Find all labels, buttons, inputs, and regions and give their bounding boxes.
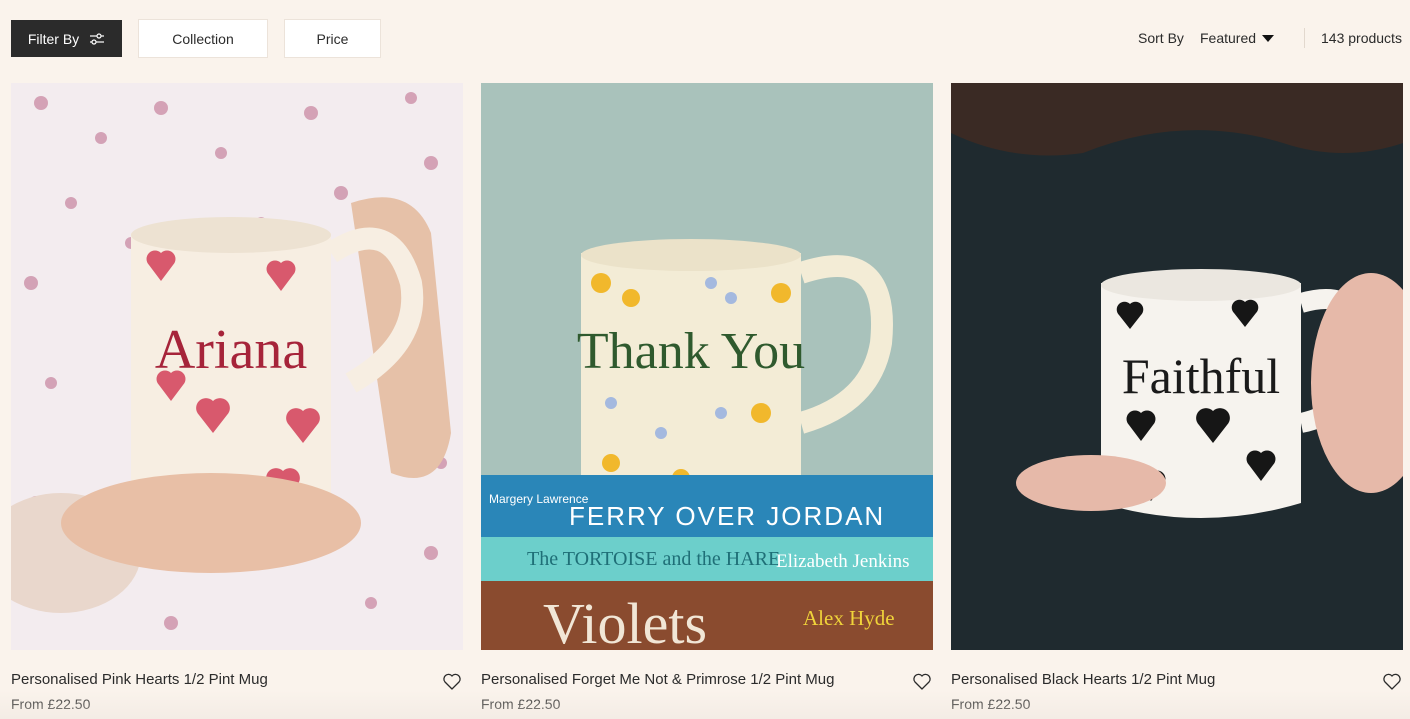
caret-down-icon bbox=[1262, 35, 1275, 42]
book-title: The TORTOISE and the HARE bbox=[527, 548, 780, 570]
product-price: From £22.50 bbox=[481, 696, 561, 712]
book-author: Alex Hyde bbox=[803, 606, 895, 630]
product-price: From £22.50 bbox=[951, 696, 1031, 712]
product-title[interactable]: Personalised Pink Hearts 1/2 Pint Mug bbox=[11, 671, 268, 688]
product-count: 143 products bbox=[1321, 30, 1402, 46]
bottom-fade bbox=[0, 690, 1410, 719]
mug-inscription: Ariana bbox=[155, 319, 308, 381]
heart-outline-icon[interactable] bbox=[911, 670, 933, 692]
product-image[interactable]: Thank You Margery Lawrence FERRY OVER JO… bbox=[481, 83, 933, 650]
product-card: Thank You Margery Lawrence FERRY OVER JO… bbox=[481, 83, 933, 712]
product-price: From £22.50 bbox=[11, 696, 91, 712]
book-title: FERRY OVER JORDAN bbox=[569, 501, 885, 531]
product-image[interactable]: Faithful bbox=[951, 83, 1403, 650]
product-card: Ariana Personalised Pink Hearts 1/2 Pint… bbox=[11, 83, 463, 712]
toolbar: Filter By Collection Price Sort By Featu… bbox=[0, 0, 1410, 78]
filter-by-button[interactable]: Filter By bbox=[11, 20, 122, 57]
book-title: Violets bbox=[543, 591, 707, 650]
sort-select[interactable]: Featured bbox=[1200, 30, 1275, 46]
product-title[interactable]: Personalised Black Hearts 1/2 Pint Mug bbox=[951, 671, 1215, 688]
sort-by-label: Sort By bbox=[1138, 30, 1184, 46]
product-image[interactable]: Ariana bbox=[11, 83, 463, 650]
product-title[interactable]: Personalised Forget Me Not & Primrose 1/… bbox=[481, 671, 834, 688]
collection-filter-button[interactable]: Collection bbox=[138, 19, 268, 58]
book-author: Elizabeth Jenkins bbox=[776, 551, 910, 572]
heart-outline-icon[interactable] bbox=[1381, 670, 1403, 692]
filter-by-label: Filter By bbox=[27, 30, 80, 47]
product-card: Faithful Personalised Black Hearts 1/2 P… bbox=[951, 83, 1403, 712]
mug-inscription: Faithful bbox=[1122, 348, 1280, 404]
price-filter-button[interactable]: Price bbox=[284, 19, 381, 58]
toolbar-divider bbox=[1304, 28, 1305, 48]
mug-inscription: Thank You bbox=[577, 323, 805, 380]
heart-outline-icon[interactable] bbox=[441, 670, 463, 692]
sort-value: Featured bbox=[1200, 30, 1257, 46]
sliders-icon bbox=[90, 32, 105, 45]
